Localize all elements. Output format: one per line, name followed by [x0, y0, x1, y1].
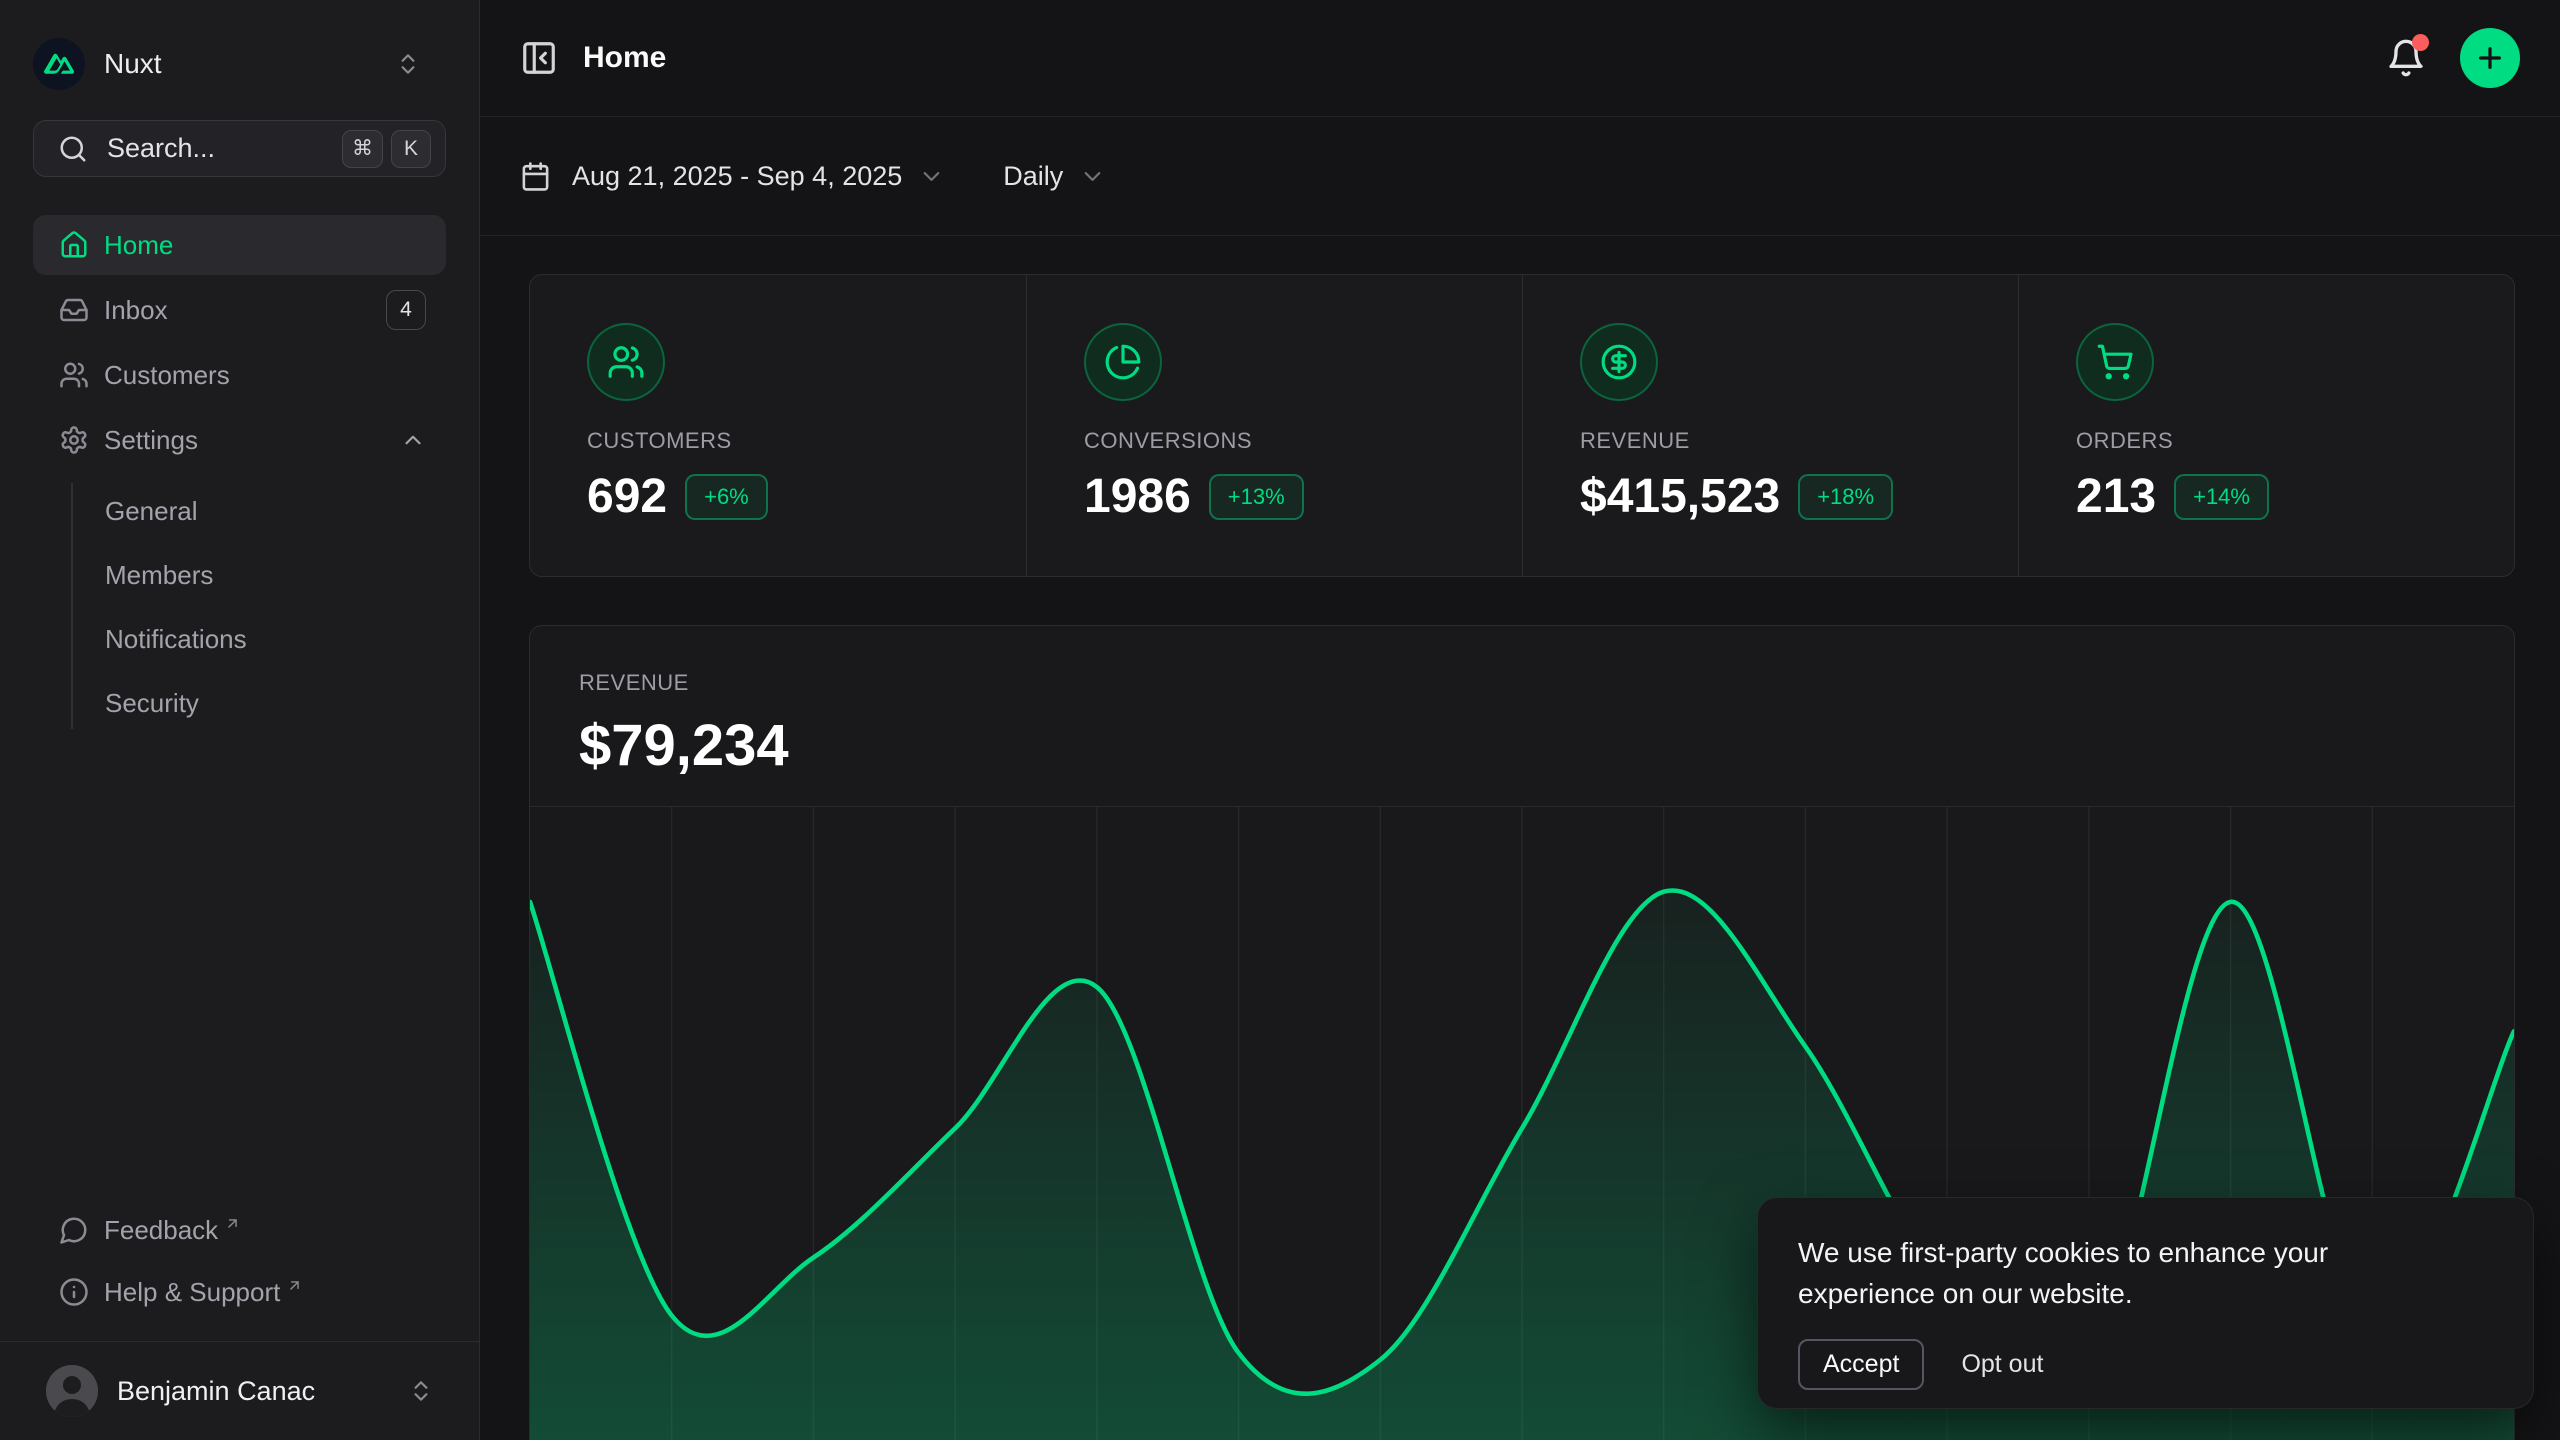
- page-title: Home: [583, 41, 666, 75]
- sidebar-item-label: Settings: [104, 425, 198, 456]
- date-range-picker[interactable]: Aug 21, 2025 - Sep 4, 2025: [520, 161, 945, 192]
- stat-label: CUSTOMERS: [587, 428, 986, 454]
- sidebar-item-home[interactable]: Home: [33, 215, 446, 275]
- sidebar-subitem-general[interactable]: General: [33, 479, 446, 543]
- cookie-banner: We use first-party cookies to enhance yo…: [1757, 1197, 2534, 1409]
- search-placeholder: Search...: [107, 133, 215, 164]
- sidebar: Nuxt Search... ⌘ K Home Inbox 4 Customer…: [0, 0, 480, 1440]
- granularity-label: Daily: [1003, 161, 1063, 192]
- workspace-switcher[interactable]: Nuxt: [33, 36, 446, 92]
- stat-value: 213: [2076, 469, 2156, 524]
- inbox-count-badge: 4: [386, 290, 426, 330]
- stat-customers[interactable]: CUSTOMERS 692 +6%: [530, 275, 1026, 576]
- notification-dot: [2412, 34, 2429, 51]
- stat-value: $415,523: [1580, 469, 1780, 524]
- stat-delta-badge: +18%: [1798, 474, 1893, 520]
- indent-guide: [71, 483, 73, 729]
- search-shortcut: ⌘ K: [342, 130, 431, 168]
- sidebar-item-label: Customers: [104, 360, 230, 391]
- search-icon: [58, 134, 88, 164]
- cookie-message: We use first-party cookies to enhance yo…: [1798, 1232, 2428, 1314]
- search-input[interactable]: Search... ⌘ K: [33, 120, 446, 177]
- collapse-sidebar-icon[interactable]: [520, 39, 558, 77]
- stats-row: CUSTOMERS 692 +6% CONVERSIONS 1986 +13%: [529, 274, 2515, 577]
- chevron-up-icon[interactable]: [400, 427, 426, 453]
- footer-link-label: Feedback: [104, 1215, 218, 1246]
- footer-link-label: Help & Support: [104, 1277, 280, 1308]
- house-icon: [59, 230, 89, 260]
- user-name: Benjamin Canac: [117, 1376, 315, 1407]
- sidebar-subitem-security[interactable]: Security: [33, 671, 446, 735]
- workspace-name: Nuxt: [104, 48, 162, 80]
- chevron-down-icon: [918, 163, 945, 190]
- stat-label: CONVERSIONS: [1084, 428, 1482, 454]
- revenue-chart-label: REVENUE: [579, 670, 2465, 696]
- settings-sub-list: General Members Notifications Security: [33, 475, 446, 737]
- sidebar-item-label: Home: [104, 230, 173, 261]
- sidebar-item-settings[interactable]: Settings: [33, 410, 446, 470]
- user-menu-button[interactable]: Benjamin Canac: [20, 1359, 459, 1423]
- external-link-icon: [224, 1215, 241, 1232]
- calendar-icon: [520, 161, 551, 192]
- plus-icon: [2474, 42, 2506, 74]
- users-icon: [587, 323, 665, 401]
- message-circle-icon: [59, 1215, 89, 1245]
- sidebar-nav: Home Inbox 4 Customers Settings General …: [33, 215, 446, 737]
- revenue-chart-value: $79,234: [579, 712, 2465, 779]
- stat-value: 1986: [1084, 469, 1191, 524]
- subitem-label: General: [105, 496, 198, 527]
- external-link-icon: [286, 1277, 303, 1294]
- stat-revenue[interactable]: REVENUE $415,523 +18%: [1522, 275, 2018, 576]
- help-support-link[interactable]: Help & Support: [33, 1261, 446, 1323]
- page-header: Home: [480, 0, 2560, 117]
- opt-out-button[interactable]: Opt out: [1961, 1350, 2043, 1379]
- stat-conversions[interactable]: CONVERSIONS 1986 +13%: [1026, 275, 1522, 576]
- sidebar-item-customers[interactable]: Customers: [33, 345, 446, 405]
- nuxt-logo-icon: [33, 38, 85, 90]
- stat-orders[interactable]: ORDERS 213 +14%: [2018, 275, 2514, 576]
- circle-dollar-icon: [1580, 323, 1658, 401]
- stat-label: REVENUE: [1580, 428, 1978, 454]
- shopping-cart-icon: [2076, 323, 2154, 401]
- add-button[interactable]: [2460, 28, 2520, 88]
- kbd-meta: ⌘: [342, 130, 383, 168]
- sidebar-subitem-members[interactable]: Members: [33, 543, 446, 607]
- gear-icon: [59, 425, 89, 455]
- stat-label: ORDERS: [2076, 428, 2474, 454]
- kbd-k: K: [391, 130, 431, 168]
- sidebar-user-section: Benjamin Canac: [0, 1341, 479, 1440]
- sidebar-footer-links: Feedback Help & Support: [33, 1199, 446, 1323]
- granularity-select[interactable]: Daily: [1003, 161, 1106, 192]
- accept-button[interactable]: Accept: [1798, 1339, 1924, 1390]
- sidebar-subitem-notifications[interactable]: Notifications: [33, 607, 446, 671]
- notifications-button[interactable]: [2386, 38, 2426, 78]
- stat-value: 692: [587, 469, 667, 524]
- date-range-label: Aug 21, 2025 - Sep 4, 2025: [572, 161, 902, 192]
- sidebar-item-label: Inbox: [104, 295, 168, 326]
- inbox-icon: [59, 295, 89, 325]
- stat-delta-badge: +14%: [2174, 474, 2269, 520]
- sidebar-item-inbox[interactable]: Inbox 4: [33, 280, 446, 340]
- chevron-down-icon: [1079, 163, 1106, 190]
- users-icon: [59, 360, 89, 390]
- stat-delta-badge: +13%: [1209, 474, 1304, 520]
- subitem-label: Security: [105, 688, 199, 719]
- pie-chart-icon: [1084, 323, 1162, 401]
- subitem-label: Members: [105, 560, 213, 591]
- stat-delta-badge: +6%: [685, 474, 768, 520]
- user-avatar: [46, 1365, 98, 1417]
- feedback-link[interactable]: Feedback: [33, 1199, 446, 1261]
- subitem-label: Notifications: [105, 624, 247, 655]
- info-circle-icon: [59, 1277, 89, 1307]
- chevrons-up-down-icon: [395, 51, 421, 77]
- chevrons-up-down-icon: [408, 1378, 434, 1404]
- filters-toolbar: Aug 21, 2025 - Sep 4, 2025 Daily: [480, 117, 2560, 236]
